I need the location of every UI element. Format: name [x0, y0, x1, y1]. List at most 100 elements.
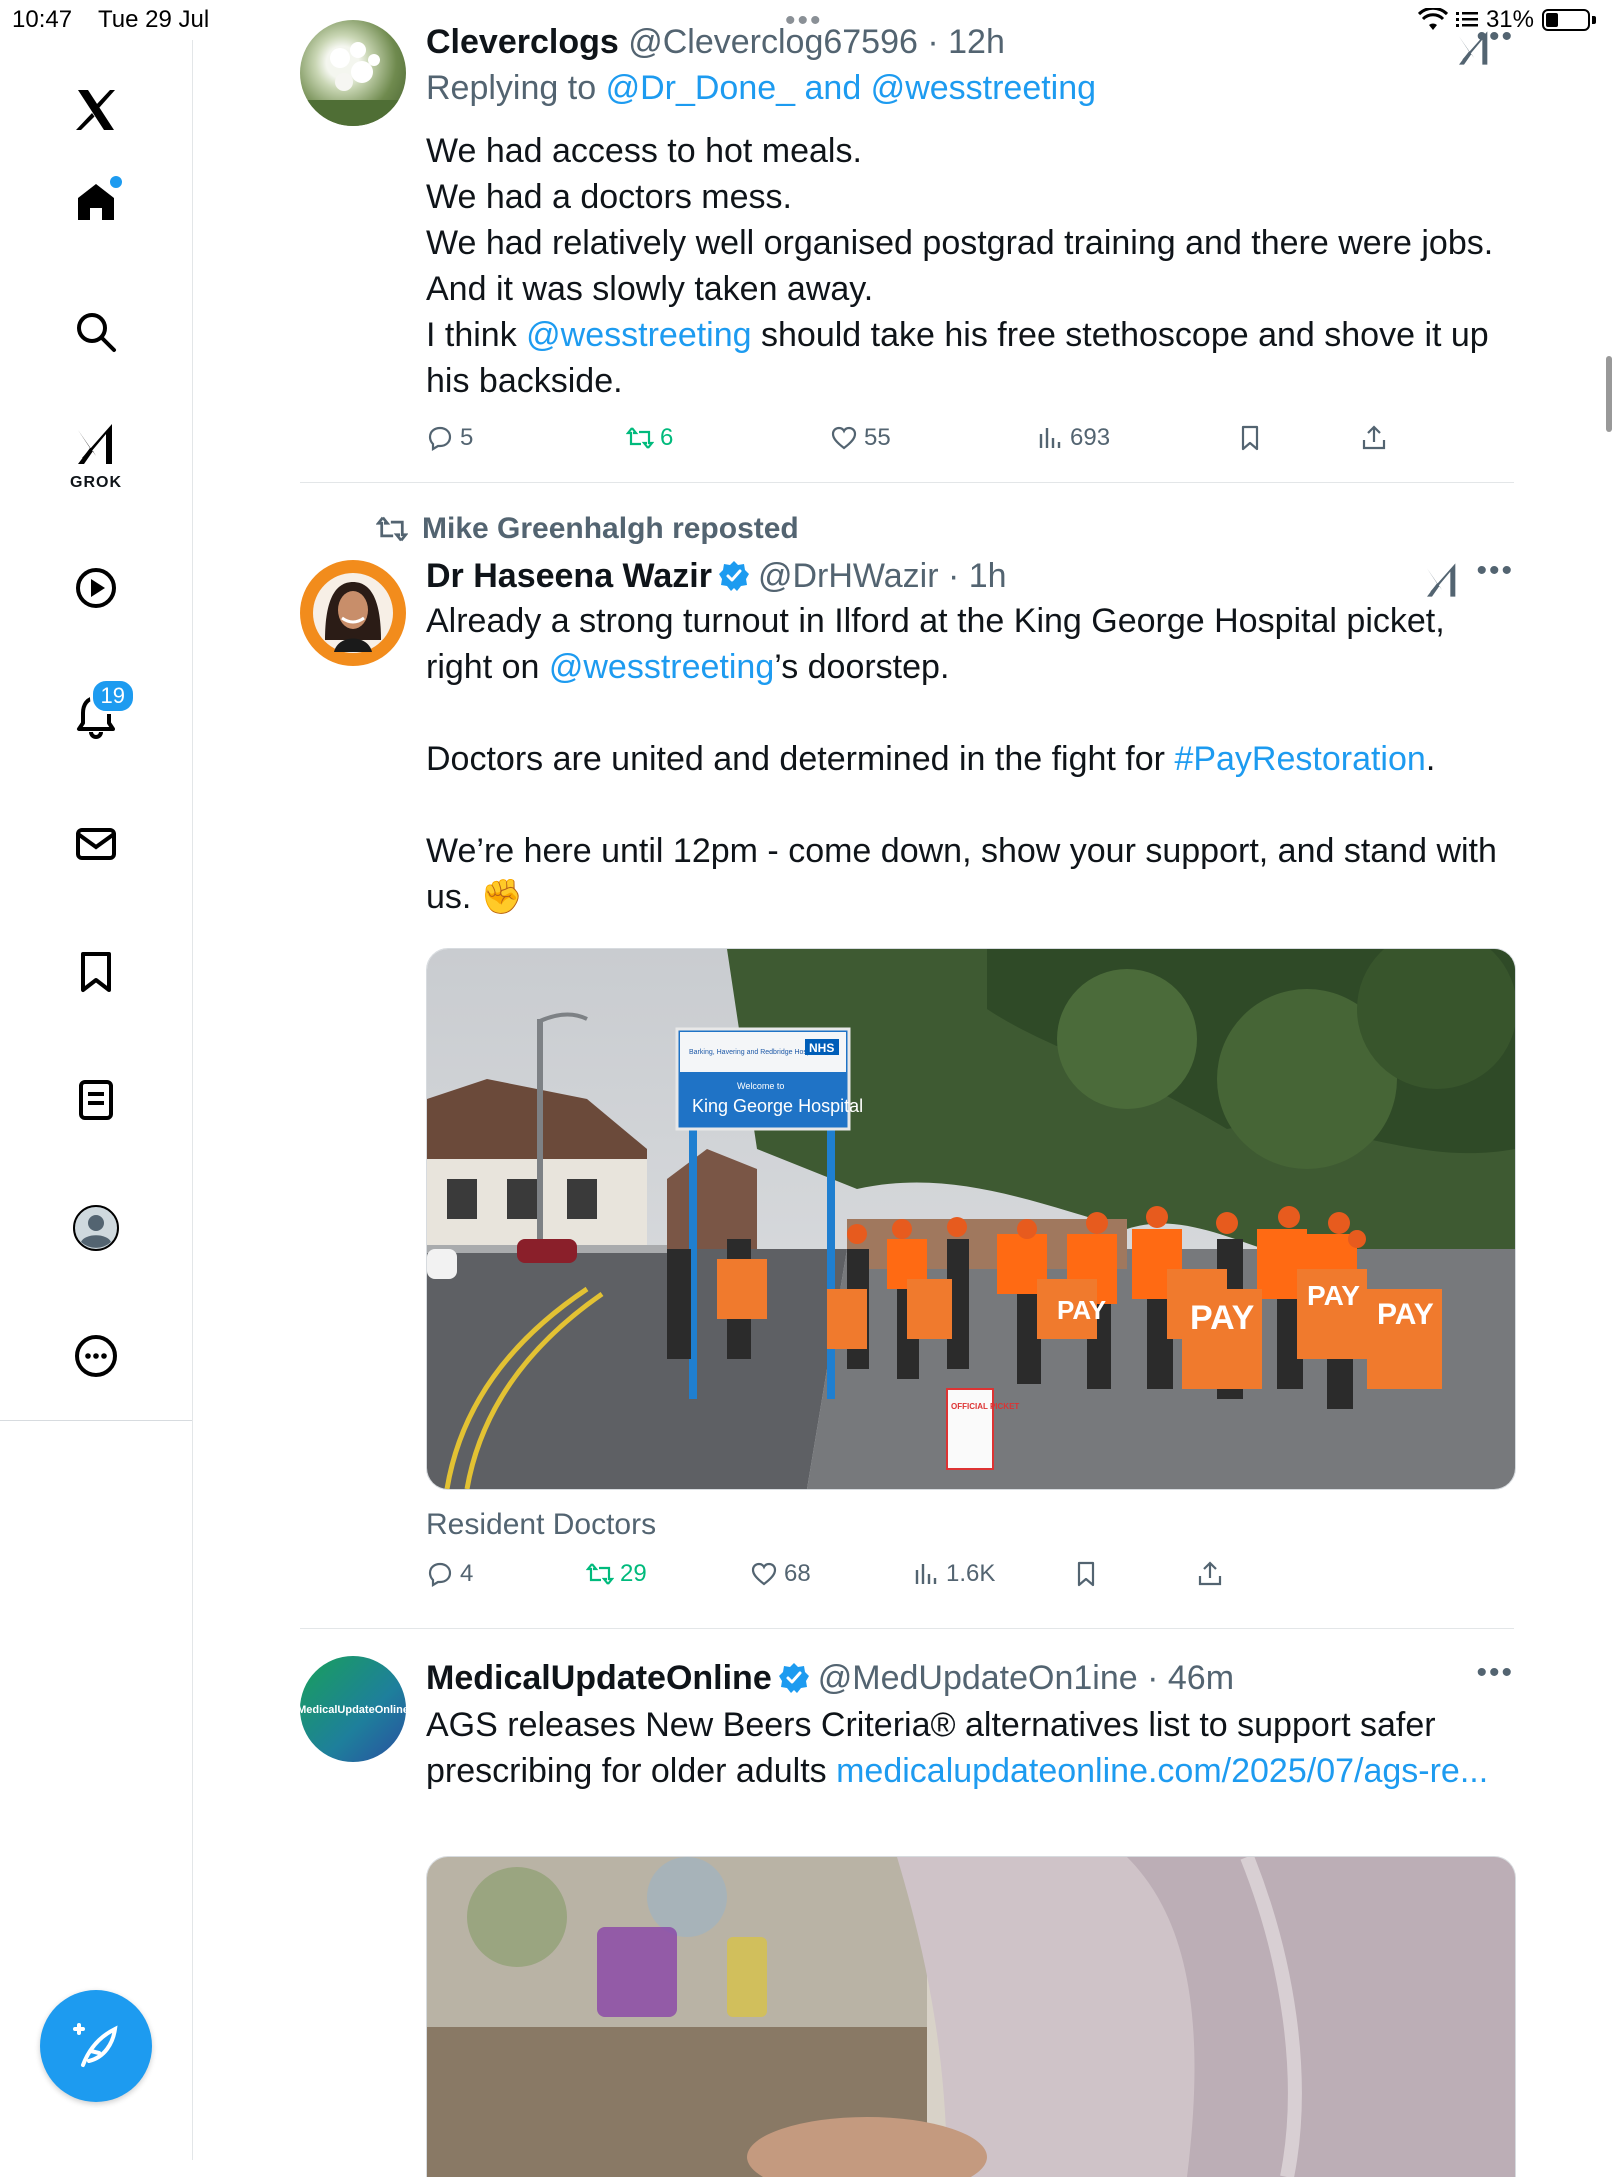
avatar-logo-text: MedicalUpdateOnline — [300, 1704, 406, 1716]
grok-label: GROK — [70, 474, 122, 491]
author-handle[interactable]: @Cleverclog67596 — [628, 23, 918, 61]
view-count: 693 — [1070, 424, 1111, 451]
author-handle[interactable]: @MedUpdateOn1ine — [818, 1659, 1138, 1697]
author-name[interactable]: Cleverclogs — [426, 23, 619, 61]
more-options-icon[interactable]: ••• — [1476, 554, 1514, 588]
article-link[interactable]: medicalupdateonline.com/2025/07/ags-re..… — [836, 1752, 1488, 1790]
avatar[interactable]: MedicalUpdateOnline — [300, 1656, 406, 1762]
bookmark-icon — [1077, 1561, 1095, 1587]
tweet-time[interactable]: · 12h — [927, 23, 1005, 61]
sign-hospital-name: King George Hospital — [692, 1096, 863, 1116]
grok-icon[interactable] — [1422, 560, 1462, 600]
media-caption[interactable]: Resident Doctors — [426, 1508, 656, 1542]
like-button[interactable]: 68 — [750, 1560, 811, 1588]
profile-avatar-icon[interactable] — [56, 1188, 136, 1268]
bookmark-button[interactable] — [1236, 424, 1264, 452]
share-button[interactable] — [1360, 424, 1388, 452]
hashtag-link[interactable]: #PayRestoration — [1174, 740, 1425, 778]
heart-icon — [751, 1562, 777, 1586]
sign-welcome-text: Welcome to — [737, 1081, 784, 1091]
reply-button[interactable]: 4 — [426, 1560, 473, 1588]
profile-photo-image — [313, 573, 393, 653]
repost-icon — [626, 427, 654, 449]
reply-button[interactable]: 5 — [426, 424, 473, 452]
reposted-by[interactable]: Mike Greenhalgh reposted — [422, 512, 799, 546]
grok-icon[interactable]: GROK — [56, 420, 136, 500]
more-options-icon[interactable] — [56, 1316, 136, 1396]
repost-button[interactable]: 6 — [626, 424, 673, 452]
analytics-icon — [1039, 428, 1061, 448]
paragraph: We’re here until 12pm - come down, show … — [426, 832, 1497, 916]
reply-icon — [428, 426, 452, 451]
text: Doctors are united and determined in the… — [426, 740, 1175, 778]
author-handle[interactable]: @DrHWazir — [758, 557, 939, 595]
more-options-icon[interactable]: ••• — [1476, 20, 1514, 54]
compose-feather-icon — [73, 2023, 118, 2067]
tweet-haseena-wazir[interactable]: Mike Greenhalgh reposted Dr Haseena Wazi… — [300, 508, 1516, 1608]
home-unread-dot — [108, 174, 124, 190]
verified-badge-icon — [778, 1663, 809, 1693]
repost-icon — [586, 1563, 614, 1585]
blossom-avatar-image — [300, 42, 406, 126]
bookmark-button[interactable] — [1072, 1560, 1100, 1588]
repost-count: 6 — [660, 424, 674, 451]
views-button[interactable]: 693 — [1036, 424, 1110, 452]
more-options-icon[interactable]: ••• — [1476, 1656, 1514, 1690]
text: I think — [426, 316, 527, 354]
like-count: 68 — [784, 1560, 811, 1587]
x-logo-icon[interactable] — [56, 70, 136, 150]
mention-link[interactable]: @wesstreeting — [526, 316, 751, 354]
status-time: 10:47 — [12, 6, 73, 33]
bookmark-icon — [1241, 425, 1259, 451]
replying-to: Replying to @Dr_Done_ and @wesstreeting — [426, 66, 1514, 110]
video-icon[interactable] — [56, 548, 136, 628]
avatar[interactable] — [300, 560, 406, 666]
verified-badge-icon — [718, 561, 749, 591]
tweet-text: AGS releases New Beers Criteria® alterna… — [426, 1702, 1514, 1794]
sign-nhs-text: NHS — [809, 1041, 834, 1055]
bookmarks-icon[interactable] — [56, 932, 136, 1012]
tweet-time[interactable]: · 1h — [948, 557, 1007, 595]
repost-count: 29 — [620, 1560, 647, 1587]
mention-link[interactable]: @wesstreeting — [549, 648, 774, 686]
replying-mentions[interactable]: @Dr_Done_ and @wesstreeting — [606, 69, 1097, 107]
author-name[interactable]: Dr Haseena Wazir — [426, 557, 712, 595]
tweet-line: I think @wesstreeting should take his fr… — [426, 312, 1514, 404]
like-button[interactable]: 55 — [830, 424, 891, 452]
home-icon[interactable] — [56, 162, 136, 242]
author-name[interactable]: MedicalUpdateOnline — [426, 1659, 772, 1697]
placard-pay-text: PAY — [1190, 1299, 1255, 1337]
tweet-header: MedicalUpdateOnline @MedUpdateOn1ine · 46… — [426, 1656, 1514, 1700]
logo-avatar-image: MedicalUpdateOnline — [300, 1704, 406, 1716]
share-icon — [1198, 1561, 1222, 1586]
tweet-cleverclogs[interactable]: Cleverclogs @Cleverclog67596 · 12h ••• R… — [300, 20, 1514, 460]
tweet-divider — [300, 482, 1514, 483]
notifications-bell-icon[interactable]: 19 — [56, 676, 136, 756]
tweet-image[interactable]: Barking, Havering and Redbridge Hospital… — [426, 948, 1516, 1490]
repost-button[interactable]: 29 — [586, 1560, 647, 1588]
search-icon[interactable] — [56, 292, 136, 372]
scrollbar[interactable] — [1606, 356, 1612, 432]
battery-icon — [1542, 9, 1590, 31]
avatar[interactable] — [300, 20, 406, 126]
tweet-medicalupdateonline[interactable]: MedicalUpdateOnline MedicalUpdateOnline @… — [300, 1656, 1516, 2177]
picket-photo: Barking, Havering and Redbridge Hospital… — [427, 949, 1515, 1489]
share-button[interactable] — [1196, 1560, 1224, 1588]
placard-pay-text: PAY — [1057, 1295, 1106, 1325]
status-date: Tue 29 Jul — [98, 6, 210, 33]
paragraph: Already a strong turnout in Ilford at th… — [426, 598, 1514, 690]
tweet-image[interactable] — [426, 1856, 1516, 2177]
placard-pay-text: PAY — [1377, 1298, 1434, 1331]
picket-sign-text: OFFICIAL PICKET — [951, 1402, 1019, 1411]
reply-count: 5 — [460, 424, 474, 451]
sidebar: GROK 19 — [0, 40, 193, 1420]
tweet-time[interactable]: · 46m — [1147, 1659, 1234, 1697]
sidebar-divider — [0, 1420, 192, 1421]
tweet-divider — [300, 1628, 1514, 1629]
compose-post-button[interactable] — [40, 1990, 152, 2102]
messages-envelope-icon[interactable] — [56, 804, 136, 884]
tweet-header: Cleverclogs @Cleverclog67596 · 12h — [426, 20, 1514, 64]
views-button[interactable]: 1.6K — [912, 1560, 995, 1588]
text: ’s doorstep. — [774, 648, 950, 686]
lists-icon[interactable] — [56, 1060, 136, 1140]
